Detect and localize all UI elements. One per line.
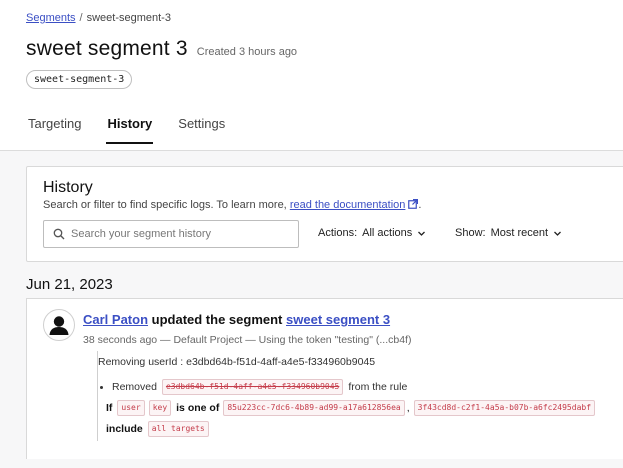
tab-bar: Targeting History Settings — [28, 116, 251, 144]
chevron-down-icon — [418, 231, 426, 236]
rule-include-keyword: include — [106, 423, 143, 435]
breadcrumb-segments-link[interactable]: Segments — [26, 12, 76, 24]
change-summary-text: Removing userId : e3dbd64b-f51d-4aff-a4e… — [98, 356, 376, 368]
history-description-text: Search or filter to find specific logs. … — [43, 199, 287, 211]
rule-value-code: 3f43cd8d-c2f1-4a5a-b07b-a6fc2495dabf — [413, 400, 596, 416]
rule-if-keyword: If — [106, 402, 113, 414]
history-title: History — [43, 179, 93, 196]
documentation-link[interactable]: read the documentation — [290, 199, 406, 211]
search-icon — [53, 228, 65, 240]
created-timestamp: Created 3 hours ago — [196, 46, 298, 58]
bullet-dot — [100, 385, 103, 389]
rule-include-value-code: all targets — [147, 421, 209, 437]
actions-filter-value: All actions — [362, 227, 413, 239]
entry-segment-link[interactable]: sweet segment 3 — [286, 312, 390, 327]
history-description: Search or filter to find specific logs. … — [43, 199, 421, 211]
history-panel: History Search or filter to find specifi… — [26, 166, 623, 262]
entry-action-text: updated the segment — [151, 312, 283, 327]
external-link-icon[interactable] — [408, 199, 419, 209]
history-search-box[interactable] — [43, 220, 299, 248]
header-divider — [0, 150, 623, 151]
removed-value-code: e3dbd64b-f51d-4aff-a4e5-f334960b9045 — [161, 379, 344, 395]
rule-attr-kind-code: user — [117, 400, 145, 416]
tab-targeting[interactable]: Targeting — [28, 116, 81, 142]
rule-value-separator: , — [406, 402, 410, 414]
change-summary: Removing userId : e3dbd64b-f51d-4aff-a4e… — [98, 356, 375, 368]
rule-condition: If user key is one of 85u223cc-7dc6-4b89… — [106, 400, 596, 416]
history-log-entry: Carl Paton updated the segment sweet seg… — [26, 298, 623, 459]
breadcrumb-separator: / — [79, 12, 83, 24]
segment-key-badge[interactable]: sweet-segment-3 — [26, 70, 133, 89]
change-bullet: Removed e3dbd64b-f51d-4aff-a4e5-f334960b… — [98, 379, 407, 395]
breadcrumb-current: sweet-segment-3 — [86, 12, 171, 24]
rule-value-code: 85u223cc-7dc6-4b89-ad99-a17a612856ea — [223, 400, 405, 416]
chevron-down-icon — [554, 231, 562, 236]
page-title: sweet segment 3 — [26, 37, 188, 60]
sort-filter-dropdown[interactable]: Show: Most recent — [455, 227, 562, 239]
sort-filter-value: Most recent — [490, 227, 549, 239]
tab-history[interactable]: History — [106, 116, 154, 144]
history-search-input[interactable] — [71, 228, 281, 240]
rule-border — [97, 399, 98, 439]
breadcrumb: Segments / sweet-segment-3 — [26, 12, 171, 24]
entry-meta: 38 seconds ago — Default Project — Using… — [83, 334, 412, 346]
bullet-prefix: Removed — [112, 381, 157, 393]
change-details: Removing userId : e3dbd64b-f51d-4aff-a4e… — [97, 351, 618, 441]
page-header: Segments / sweet-segment-3 sweet segment 3… — [0, 0, 623, 150]
rule-include: include all targets — [106, 421, 209, 437]
sort-filter-label: Show: — [455, 227, 486, 239]
tab-settings[interactable]: Settings — [178, 116, 225, 142]
rule-attr-code: key — [148, 400, 172, 416]
entry-user-link[interactable]: Carl Paton — [83, 312, 148, 327]
history-description-end: . — [418, 199, 422, 211]
rule-operator: is one of — [176, 402, 220, 414]
log-date-heading: Jun 21, 2023 — [26, 276, 113, 293]
title-row: sweet segment 3 Created 3 hours ago — [26, 37, 297, 61]
user-avatar-icon — [43, 309, 75, 341]
entry-headline: Carl Paton updated the segment sweet seg… — [83, 312, 390, 327]
actions-filter-label: Actions: — [318, 227, 358, 239]
actions-filter-dropdown[interactable]: Actions: All actions — [318, 227, 426, 239]
bullet-suffix: from the rule — [348, 381, 408, 393]
